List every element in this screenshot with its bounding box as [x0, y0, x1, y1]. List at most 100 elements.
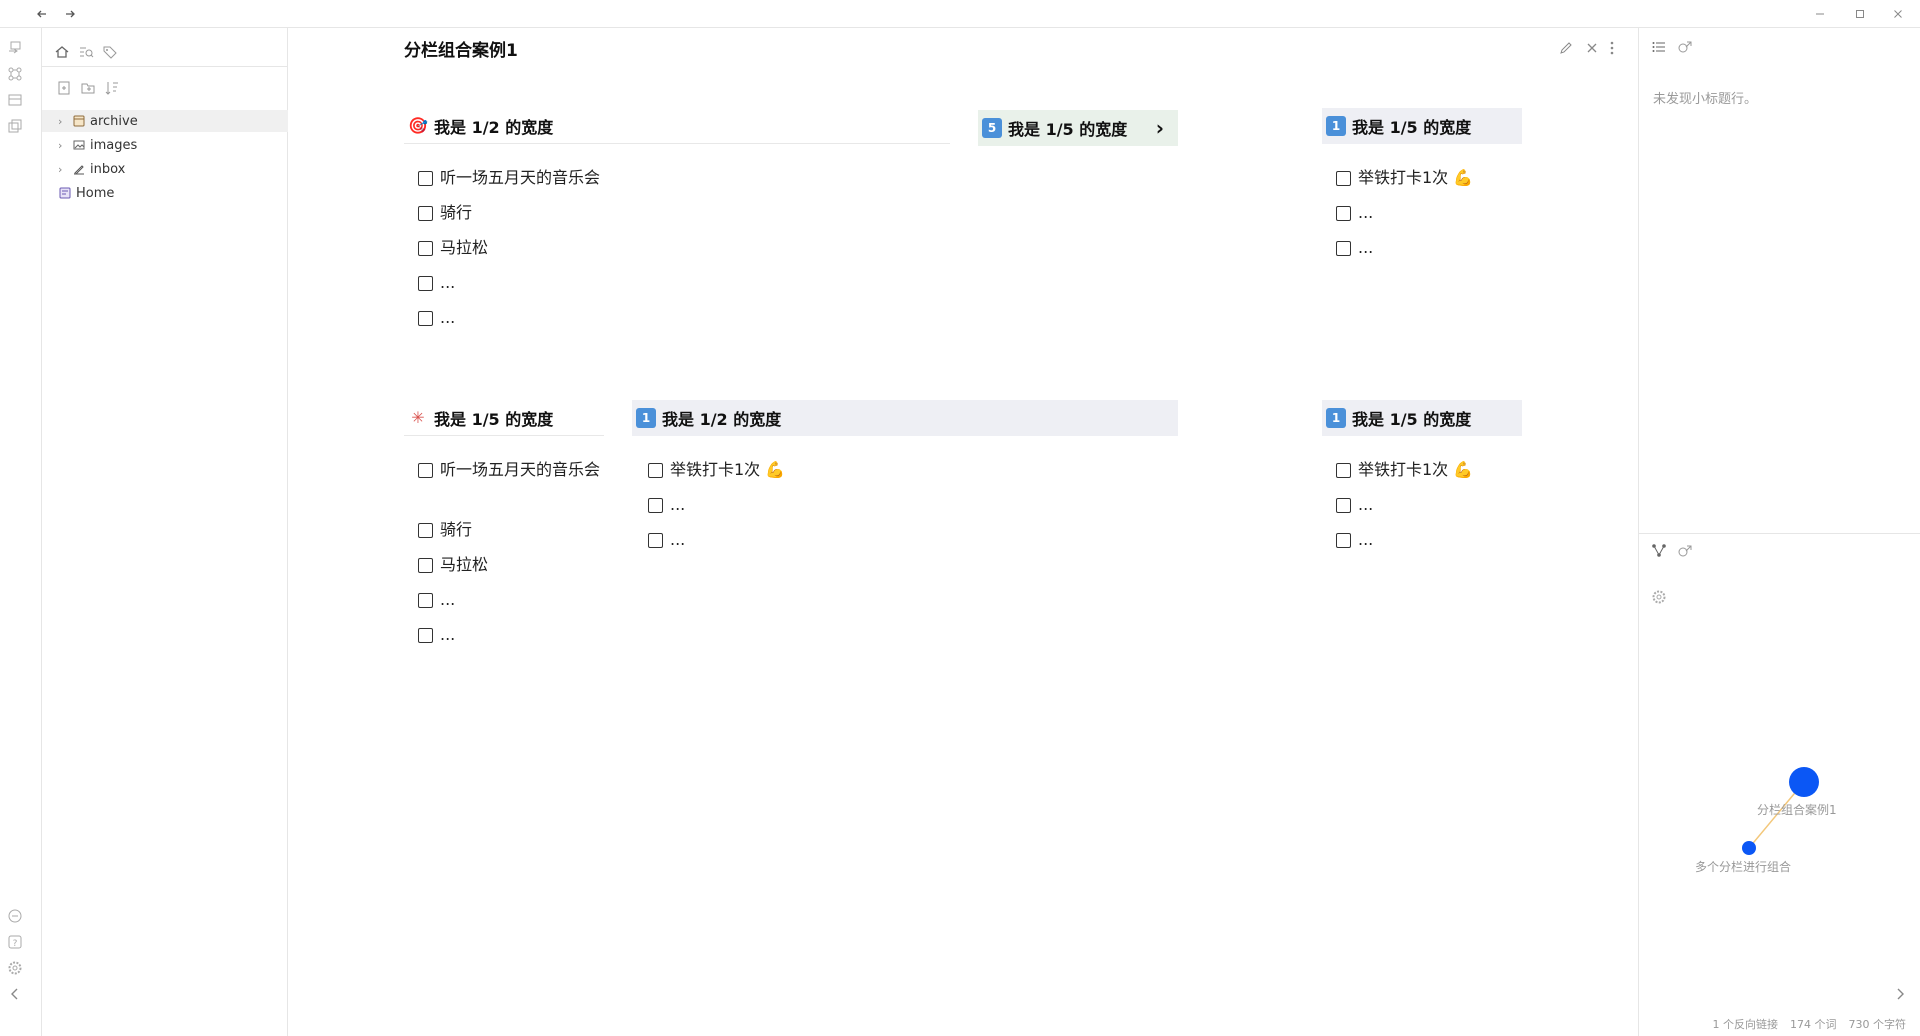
task-checkbox[interactable]: [418, 206, 433, 221]
settings-gear-icon[interactable]: [7, 960, 23, 976]
column-heading-row2-col1: ✳ 我是 1/5 的宽度: [404, 400, 604, 436]
column-heading-row2-col3: 1 我是 1/5 的宽度: [1322, 400, 1522, 436]
task-text: 举铁打卡1次 💪: [1358, 168, 1474, 187]
collapse-left-icon[interactable]: [7, 986, 23, 1002]
task-item[interactable]: 举铁打卡1次 💪: [1336, 460, 1473, 480]
task-item[interactable]: 骑行: [418, 520, 472, 540]
folder-images[interactable]: › images: [42, 134, 288, 156]
graph-node-current[interactable]: [1789, 767, 1819, 797]
local-graph-canvas[interactable]: [1639, 28, 1920, 1036]
folder-archive[interactable]: › archive: [42, 110, 288, 132]
canvas-icon[interactable]: [7, 92, 23, 108]
heading-text: 我是 1/5 的宽度: [434, 409, 554, 429]
explorer-item-label: archive: [90, 113, 138, 129]
task-text: 听一场五月天的音乐会: [440, 460, 601, 479]
column-heading-row1-col2[interactable]: 5 我是 1/5 的宽度 ›: [978, 110, 1178, 146]
help-icon[interactable]: ?: [7, 934, 23, 950]
task-item[interactable]: 马拉松: [418, 238, 488, 258]
keycap-five-icon: 5: [982, 118, 1002, 138]
edit-pencil-icon[interactable]: [1558, 40, 1574, 56]
sparkle-emoji-icon: ✳: [411, 408, 425, 427]
keycap-one-icon: 1: [636, 408, 656, 428]
left-ribbon: ?: [0, 28, 42, 1036]
target-emoji-icon: 🎯: [408, 116, 428, 135]
right-sidebar: 未发现小标题行。 分栏组合案例1 多个分栏进行组合 1 个反向链接 174 个词…: [1638, 28, 1920, 1036]
images-folder-icon: [72, 138, 86, 152]
tags-tab-icon[interactable]: [102, 44, 118, 60]
task-item[interactable]: ...: [1336, 530, 1373, 550]
task-text: ...: [670, 530, 686, 549]
switcher-icon[interactable]: [7, 40, 23, 56]
chevron-right-icon[interactable]: ›: [58, 163, 68, 176]
forward-arrow-icon[interactable]: [60, 4, 80, 24]
close-window-icon[interactable]: [1888, 4, 1908, 24]
search-tab-icon[interactable]: [78, 44, 94, 60]
svg-text:?: ?: [13, 939, 18, 949]
task-text: ...: [1358, 530, 1374, 549]
task-text: ...: [1358, 203, 1374, 222]
home-tab-icon[interactable]: [54, 44, 70, 60]
task-item[interactable]: ...: [418, 308, 455, 328]
task-item[interactable]: ...: [1336, 203, 1373, 223]
task-checkbox[interactable]: [1336, 498, 1351, 513]
task-checkbox[interactable]: [418, 463, 433, 478]
task-item[interactable]: 举铁打卡1次 💪: [1336, 168, 1473, 188]
task-item[interactable]: 听一场五月天的音乐会: [418, 168, 600, 188]
column-heading-row1-col1: 🎯 我是 1/2 的宽度: [404, 108, 950, 144]
keycap-one-icon: 1: [1326, 116, 1346, 136]
task-item[interactable]: ...: [648, 530, 685, 550]
task-item[interactable]: ...: [1336, 495, 1373, 515]
templates-icon[interactable]: [7, 118, 23, 134]
task-checkbox[interactable]: [418, 523, 433, 538]
collapse-right-icon[interactable]: [1895, 986, 1907, 1002]
heading-text: 我是 1/5 的宽度: [1352, 410, 1472, 429]
task-checkbox[interactable]: [648, 463, 663, 478]
task-checkbox[interactable]: [418, 628, 433, 643]
back-arrow-icon[interactable]: [32, 4, 52, 24]
task-checkbox[interactable]: [418, 593, 433, 608]
word-count: 174 个词: [1790, 1018, 1837, 1031]
explorer-item-label: inbox: [90, 161, 126, 177]
chevron-right-icon[interactable]: ›: [58, 139, 68, 152]
minimize-icon[interactable]: [1810, 4, 1830, 24]
maximize-icon[interactable]: [1850, 4, 1870, 24]
task-checkbox[interactable]: [418, 171, 433, 186]
chevron-right-icon[interactable]: ›: [58, 115, 68, 128]
task-checkbox[interactable]: [1336, 533, 1351, 548]
task-checkbox[interactable]: [1336, 206, 1351, 221]
task-checkbox[interactable]: [648, 498, 663, 513]
task-text: 听一场五月天的音乐会: [440, 168, 601, 187]
status-bar: 1 个反向链接 174 个词 730 个字符: [1713, 1016, 1907, 1032]
task-item[interactable]: 举铁打卡1次 💪: [648, 460, 785, 480]
folder-inbox[interactable]: › inbox: [42, 158, 288, 180]
new-note-icon[interactable]: [56, 80, 72, 96]
task-checkbox[interactable]: [418, 558, 433, 573]
graph-view-icon[interactable]: [7, 66, 23, 82]
task-checkbox[interactable]: [1336, 463, 1351, 478]
task-checkbox[interactable]: [418, 311, 433, 326]
sort-icon[interactable]: [104, 80, 120, 96]
task-checkbox[interactable]: [1336, 171, 1351, 186]
new-folder-icon[interactable]: [80, 80, 96, 96]
task-item[interactable]: 听一场五月天的音乐会: [418, 460, 608, 480]
close-tab-icon[interactable]: [1584, 40, 1600, 56]
task-checkbox[interactable]: [418, 241, 433, 256]
chevron-right-icon[interactable]: ›: [1156, 116, 1164, 140]
graph-node-label: 多个分栏进行组合: [1695, 860, 1792, 874]
task-item[interactable]: 骑行: [418, 203, 472, 223]
task-text: 马拉松: [440, 555, 489, 574]
graph-node-linked[interactable]: [1742, 841, 1756, 855]
task-item[interactable]: ...: [1336, 238, 1373, 258]
task-item[interactable]: ...: [418, 625, 455, 645]
vault-switch-icon[interactable]: [7, 908, 23, 924]
task-checkbox[interactable]: [418, 276, 433, 291]
backlink-count[interactable]: 1 个反向链接: [1713, 1016, 1779, 1032]
task-item[interactable]: ...: [648, 495, 685, 515]
more-options-icon[interactable]: [1608, 40, 1616, 56]
file-home[interactable]: Home: [42, 182, 288, 204]
task-item[interactable]: ...: [418, 273, 455, 293]
task-checkbox[interactable]: [1336, 241, 1351, 256]
task-item[interactable]: 马拉松: [418, 555, 488, 575]
task-item[interactable]: ...: [418, 590, 455, 610]
task-checkbox[interactable]: [648, 533, 663, 548]
